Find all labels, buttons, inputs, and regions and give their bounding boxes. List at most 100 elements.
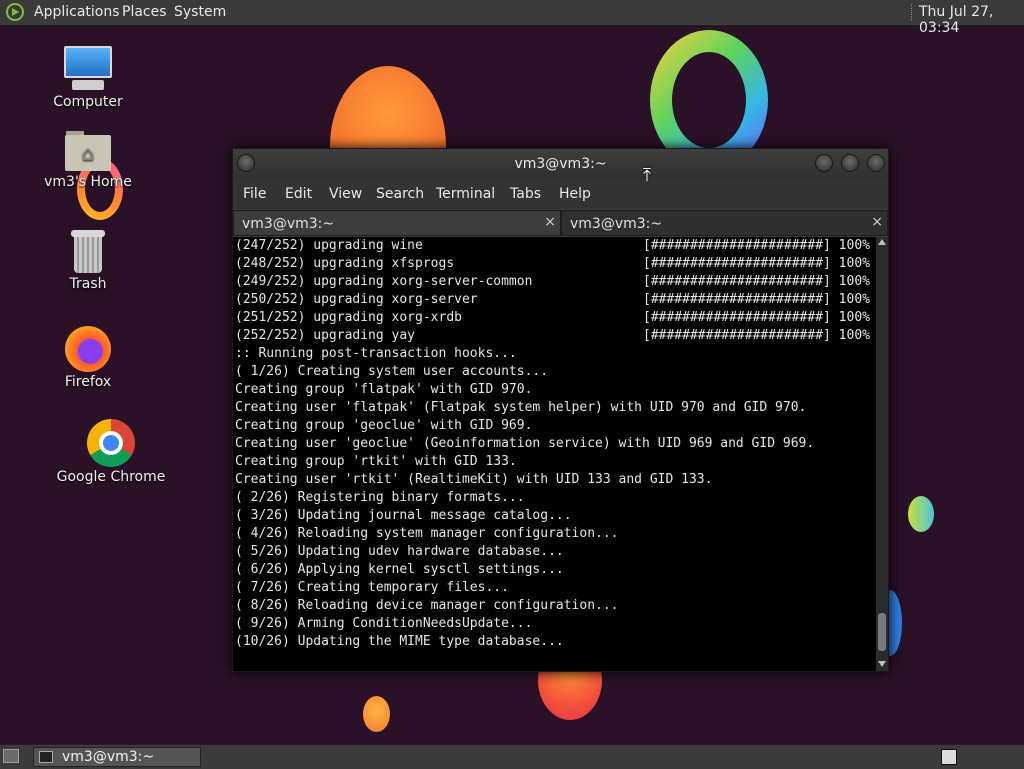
- tab-label: vm3@vm3:~: [570, 216, 663, 232]
- terminal-line: :: Running post-transaction hooks...: [233, 345, 876, 363]
- terminal-tabs: vm3@vm3:~ × vm3@vm3:~ ×: [233, 210, 888, 236]
- terminal-line-text: ( 9/26) Arming ConditionNeedsUpdate...: [235, 616, 533, 631]
- terminal-line-text: :: Running post-transaction hooks...: [235, 346, 517, 361]
- terminal-line-text: (252/252) upgrading yay: [235, 328, 416, 343]
- terminal-line: ( 4/26) Reloading system manager configu…: [233, 525, 876, 543]
- terminal-line: ( 8/26) Reloading device manager configu…: [233, 597, 876, 615]
- terminal-line: (250/252) upgrading xorg-server [########…: [233, 291, 876, 309]
- desktop-icon-firefox[interactable]: Firefox: [33, 326, 143, 390]
- terminal-line: (248/252) upgrading xfsprogs [###########…: [233, 255, 876, 273]
- terminal-line: Creating group 'geoclue' with GID 969.: [233, 417, 876, 435]
- taskbar-window-button[interactable]: vm3@vm3:~: [33, 747, 201, 767]
- desktop-icon-trash[interactable]: Trash: [33, 230, 143, 292]
- terminal-line-text: Creating group 'flatpak' with GID 970.: [235, 382, 533, 397]
- terminal-line: (247/252) upgrading wine [###############…: [233, 237, 876, 255]
- terminal-line: (252/252) upgrading yay [################…: [233, 327, 876, 345]
- terminal-line-text: (249/252) upgrading xorg-server-common: [235, 274, 533, 289]
- system-menu[interactable]: System: [174, 4, 226, 20]
- terminal-line-text: (251/252) upgrading xorg-xrdb: [235, 310, 462, 325]
- wallpaper-blob-green: [908, 496, 934, 532]
- desktop-icon-computer[interactable]: Computer: [33, 46, 143, 110]
- desktop-icon-label: Trash: [69, 276, 107, 292]
- terminal-progress-bar: [######################] 100%: [643, 328, 870, 343]
- terminal-line-text: ( 5/26) Updating udev hardware database.…: [235, 544, 564, 559]
- tab-label: vm3@vm3:~: [242, 216, 335, 232]
- menu-tabs[interactable]: Tabs: [510, 186, 541, 202]
- terminal-line: ( 7/26) Creating temporary files...: [233, 579, 876, 597]
- terminal-line-text: Creating user 'flatpak' (Flatpak system …: [235, 400, 807, 415]
- chrome-icon: [87, 419, 135, 467]
- home-folder-icon: ⌂: [65, 130, 111, 172]
- menu-file[interactable]: File: [243, 186, 266, 202]
- top-panel: Applications Places System Thu Jul 27, 0…: [0, 0, 1024, 36]
- terminal-line-text: ( 6/26) Applying kernel sysctl settings.…: [235, 562, 564, 577]
- terminal-line-text: ( 2/26) Registering binary formats...: [235, 490, 525, 505]
- places-menu[interactable]: Places: [122, 4, 167, 20]
- computer-icon: [64, 46, 112, 92]
- terminal-line: ( 6/26) Applying kernel sysctl settings.…: [233, 561, 876, 579]
- tab-1[interactable]: vm3@vm3:~ ×: [233, 210, 561, 236]
- terminal-scrollbar[interactable]: [876, 237, 888, 671]
- desktop-icon-label: vm3's Home: [44, 174, 132, 190]
- scroll-up-icon[interactable]: [878, 239, 886, 245]
- tab-close-icon[interactable]: ×: [544, 214, 556, 230]
- desktop-icon-home[interactable]: ⌂ vm3's Home: [33, 130, 143, 190]
- terminal-line-text: ( 1/26) Creating system user accounts...: [235, 364, 549, 379]
- window-title: vm3@vm3:~: [514, 156, 607, 172]
- minimize-icon[interactable]: [815, 154, 833, 172]
- terminal-line: ( 2/26) Registering binary formats...: [233, 489, 876, 507]
- terminal-line-text: Creating group 'geoclue' with GID 969.: [235, 418, 533, 433]
- wallpaper-blob-small: [363, 696, 390, 732]
- terminal-line: ( 5/26) Updating udev hardware database.…: [233, 543, 876, 561]
- taskbar-window-label: vm3@vm3:~: [62, 749, 155, 765]
- terminal-line-text: (10/26) Updating the MIME type database.…: [235, 634, 564, 649]
- mouse-cursor-icon: ⤒: [643, 165, 651, 186]
- desktop-icon-label: Google Chrome: [56, 469, 166, 485]
- terminal-line-text: Creating user 'rtkit' (RealtimeKit) with…: [235, 472, 713, 487]
- trash-icon: [71, 230, 105, 274]
- window-titlebar[interactable]: vm3@vm3:~: [233, 149, 888, 179]
- terminal-line: ( 3/26) Updating journal message catalog…: [233, 507, 876, 525]
- terminal-line-text: ( 7/26) Creating temporary files...: [235, 580, 509, 595]
- menu-search[interactable]: Search: [376, 186, 424, 202]
- show-desktop-icon[interactable]: [3, 749, 19, 763]
- terminal-icon: [39, 751, 53, 763]
- menu-terminal[interactable]: Terminal: [436, 186, 495, 202]
- terminal-line-text: (250/252) upgrading xorg-server: [235, 292, 478, 307]
- terminal-progress-bar: [######################] 100%: [643, 292, 870, 307]
- terminal-line: Creating user 'flatpak' (Flatpak system …: [233, 399, 876, 417]
- menu-help[interactable]: Help: [559, 186, 591, 202]
- applications-menu[interactable]: Applications: [34, 4, 120, 20]
- terminal-line: (249/252) upgrading xorg-server-common [#…: [233, 273, 876, 291]
- close-icon[interactable]: [867, 154, 885, 172]
- terminal-line: (251/252) upgrading xorg-xrdb [##########…: [233, 309, 876, 327]
- terminal-output[interactable]: (247/252) upgrading wine [###############…: [233, 237, 876, 671]
- terminal-line: Creating user 'geoclue' (Geoinformation …: [233, 435, 876, 453]
- panel-separator: [911, 4, 913, 21]
- scroll-down-icon[interactable]: [878, 661, 886, 667]
- scrollbar-thumb[interactable]: [878, 613, 886, 651]
- terminal-progress-bar: [######################] 100%: [643, 256, 870, 271]
- terminal-line: ( 1/26) Creating system user accounts...: [233, 363, 876, 381]
- menu-view[interactable]: View: [329, 186, 362, 202]
- terminal-line-text: ( 3/26) Updating journal message catalog…: [235, 508, 572, 523]
- terminal-progress-bar: [######################] 100%: [643, 274, 870, 289]
- tab-close-icon[interactable]: ×: [871, 214, 883, 230]
- tab-2[interactable]: vm3@vm3:~ ×: [561, 210, 888, 236]
- workspace-switcher[interactable]: [941, 749, 957, 765]
- terminal-line-text: Creating user 'geoclue' (Geoinformation …: [235, 436, 815, 451]
- terminal-line: (10/26) Updating the MIME type database.…: [233, 633, 876, 651]
- clock[interactable]: Thu Jul 27, 03:34: [919, 4, 1024, 36]
- maximize-icon[interactable]: [841, 154, 859, 172]
- terminal-line: ( 9/26) Arming ConditionNeedsUpdate...: [233, 615, 876, 633]
- desktop-icon-label: Firefox: [64, 374, 112, 390]
- terminal-line: Creating user 'rtkit' (RealtimeKit) with…: [233, 471, 876, 489]
- desktop-icon-label: Computer: [53, 94, 123, 110]
- distro-logo-icon[interactable]: [6, 3, 24, 21]
- terminal-line: Creating group 'rtkit' with GID 133.: [233, 453, 876, 471]
- terminal-window: vm3@vm3:~ File Edit View Search Terminal…: [232, 148, 889, 672]
- menu-edit[interactable]: Edit: [285, 186, 312, 202]
- terminal-progress-bar: [######################] 100%: [643, 238, 870, 253]
- terminal-line: Creating group 'flatpak' with GID 970.: [233, 381, 876, 399]
- desktop-icon-chrome[interactable]: Google Chrome: [56, 419, 166, 485]
